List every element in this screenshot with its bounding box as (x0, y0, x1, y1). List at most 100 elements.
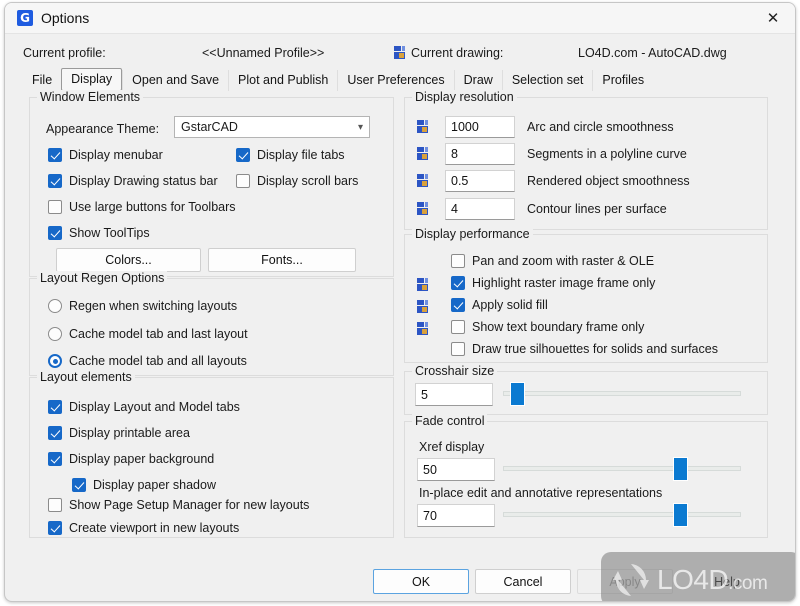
apply-button: Apply (577, 569, 673, 594)
checkbox-display-file-tabs[interactable]: Display file tabs (236, 148, 345, 162)
drawing-file-icon (417, 300, 428, 314)
display-performance-legend: Display performance (412, 227, 533, 241)
segments-in-a-polyline-curve-label: Segments in a polyline curve (527, 147, 687, 161)
input-value: 4 (451, 202, 458, 216)
window-elements-group: Window Elements Appearance Theme: GstarC… (29, 90, 394, 277)
slider-track[interactable] (503, 391, 741, 396)
display-resolution-group: Display resolution 1000 Arc and circle s… (404, 90, 768, 230)
display-performance-group: Display performance Pan and zoom with ra… (404, 227, 768, 363)
checkbox-display-layout-and-model-tabs[interactable]: Display Layout and Model tabs (48, 400, 240, 414)
checkbox-display-printable-area[interactable]: Display printable area (48, 426, 190, 440)
checkbox-apply-solid-fill[interactable]: Apply solid fill (451, 298, 548, 312)
checkbox-box (48, 226, 62, 240)
slider-track[interactable] (503, 466, 741, 471)
fonts-button[interactable]: Fonts... (208, 248, 356, 272)
tab-open-and-save[interactable]: Open and Save (122, 70, 228, 91)
checkbox-display-paper-background[interactable]: Display paper background (48, 452, 214, 466)
title-bar: G Options ✕ (5, 3, 795, 34)
checkbox-create-viewport-in-new-layouts[interactable]: Create viewport in new layouts (48, 521, 239, 535)
window-elements-legend: Window Elements (37, 90, 144, 104)
checkbox-label: Show ToolTips (69, 226, 150, 240)
help-button[interactable]: Help (679, 569, 775, 594)
tab-user-preferences[interactable]: User Preferences (337, 70, 453, 91)
appearance-theme-select[interactable]: GstarCAD ▾ (174, 116, 370, 138)
input-value: 8 (451, 147, 458, 161)
segments-in-a-polyline-curve-input[interactable]: 8 (445, 143, 515, 165)
crosshair-size-legend: Crosshair size (412, 364, 498, 378)
checkbox-box (236, 148, 250, 162)
tab-profiles[interactable]: Profiles (592, 70, 653, 91)
checkbox-display-paper-shadow[interactable]: Display paper shadow (72, 478, 216, 492)
checkbox-pan-and-zoom-with-raster-ole[interactable]: Pan and zoom with raster & OLE (451, 254, 654, 268)
checkbox-box (48, 521, 62, 535)
checkbox-label: Use large buttons for Toolbars (69, 200, 236, 214)
layout-elements-group: Layout elements Display Layout and Model… (29, 370, 394, 538)
xref-display-input[interactable]: 50 (417, 458, 495, 481)
tab-plot-and-publish[interactable]: Plot and Publish (228, 70, 337, 91)
input-value: 70 (423, 508, 437, 523)
checkbox-highlight-raster-image-frame-only[interactable]: Highlight raster image frame only (451, 276, 655, 290)
xref-display-label: Xref display (419, 440, 485, 454)
drawing-file-icon (417, 147, 428, 161)
radio-box (48, 327, 62, 341)
xref-display-slider[interactable] (503, 457, 741, 481)
rendered-object-smoothness-label: Rendered object smoothness (527, 174, 690, 188)
tab-draw[interactable]: Draw (453, 70, 502, 91)
current-profile-value: <<Unnamed Profile>> (202, 46, 325, 60)
inplace-edit-input[interactable]: 70 (417, 504, 495, 527)
radio-label: Cache model tab and all layouts (69, 354, 247, 368)
checkbox-label: Show text boundary frame only (472, 320, 645, 334)
tab-selection-set[interactable]: Selection set (501, 70, 593, 91)
checkbox-show-tooltips[interactable]: Show ToolTips (48, 226, 150, 240)
gstarcad-g-icon: G (17, 10, 33, 26)
checkbox-label: Apply solid fill (472, 298, 548, 312)
drawing-file-icon (417, 322, 428, 336)
checkbox-use-large-buttons-for-toolbars[interactable]: Use large buttons for Toolbars (48, 200, 236, 214)
tab-display[interactable]: Display (61, 68, 123, 91)
checkbox-label: Show Page Setup Manager for new layouts (69, 498, 310, 512)
drawing-file-icon (417, 120, 428, 134)
drawing-file-icon (394, 46, 405, 60)
checkbox-label: Display paper shadow (93, 478, 216, 492)
checkbox-box (451, 320, 465, 334)
checkbox-show-page-setup-manager-for-new-layouts[interactable]: Show Page Setup Manager for new layouts (48, 498, 309, 512)
checkbox-show-text-boundary-frame-only[interactable]: Show text boundary frame only (451, 320, 644, 334)
arc-and-circle-smoothness-input[interactable]: 1000 (445, 116, 515, 138)
checkbox-label: Draw true silhouettes for solids and sur… (472, 342, 718, 356)
checkbox-label: Display printable area (69, 426, 190, 440)
slider-thumb[interactable] (673, 457, 688, 481)
slider-track[interactable] (503, 512, 741, 517)
close-icon[interactable]: ✕ (751, 3, 795, 33)
checkbox-display-scroll-bars[interactable]: Display scroll bars (236, 174, 358, 188)
radio-cache-model-tab-and-all-layouts[interactable]: Cache model tab and all layouts (48, 354, 247, 368)
contour-lines-per-surface-input[interactable]: 4 (445, 198, 515, 220)
current-drawing-label: Current drawing: (411, 46, 504, 60)
drawing-file-icon (417, 202, 428, 216)
appearance-theme-label: Appearance Theme: (46, 122, 160, 136)
tab-file[interactable]: File (23, 70, 61, 91)
crosshair-size-slider[interactable] (503, 382, 741, 406)
checkbox-label: Create viewport in new layouts (69, 521, 240, 535)
rendered-object-smoothness-input[interactable]: 0.5 (445, 170, 515, 192)
checkbox-display-menubar[interactable]: Display menubar (48, 148, 163, 162)
radio-regen-when-switching-layouts[interactable]: Regen when switching layouts (48, 299, 237, 313)
current-drawing-value: LO4D.com - AutoCAD.dwg (578, 46, 727, 60)
checkbox-box (48, 148, 62, 162)
slider-thumb[interactable] (673, 503, 688, 527)
checkbox-label: Display file tabs (257, 148, 345, 162)
inplace-edit-slider[interactable] (503, 503, 741, 527)
radio-cache-model-tab-and-last-layout[interactable]: Cache model tab and last layout (48, 327, 248, 341)
slider-thumb[interactable] (510, 382, 525, 406)
checkbox-label: Highlight raster image frame only (472, 276, 656, 290)
options-dialog: G Options ✕ Current profile: <<Unnamed P… (4, 2, 796, 602)
radio-box (48, 299, 62, 313)
ok-button[interactable]: OK (373, 569, 469, 594)
radio-label: Regen when switching layouts (69, 299, 238, 313)
cancel-button[interactable]: Cancel (475, 569, 571, 594)
checkbox-draw-true-silhouettes-for-solids-and-surfaces[interactable]: Draw true silhouettes for solids and sur… (451, 342, 718, 356)
checkbox-display-drawing-status-bar[interactable]: Display Drawing status bar (48, 174, 218, 188)
checkbox-label: Display Drawing status bar (69, 174, 218, 188)
crosshair-size-input[interactable]: 5 (415, 383, 493, 406)
colors-button[interactable]: Colors... (56, 248, 201, 272)
radio-label: Cache model tab and last layout (69, 327, 248, 341)
